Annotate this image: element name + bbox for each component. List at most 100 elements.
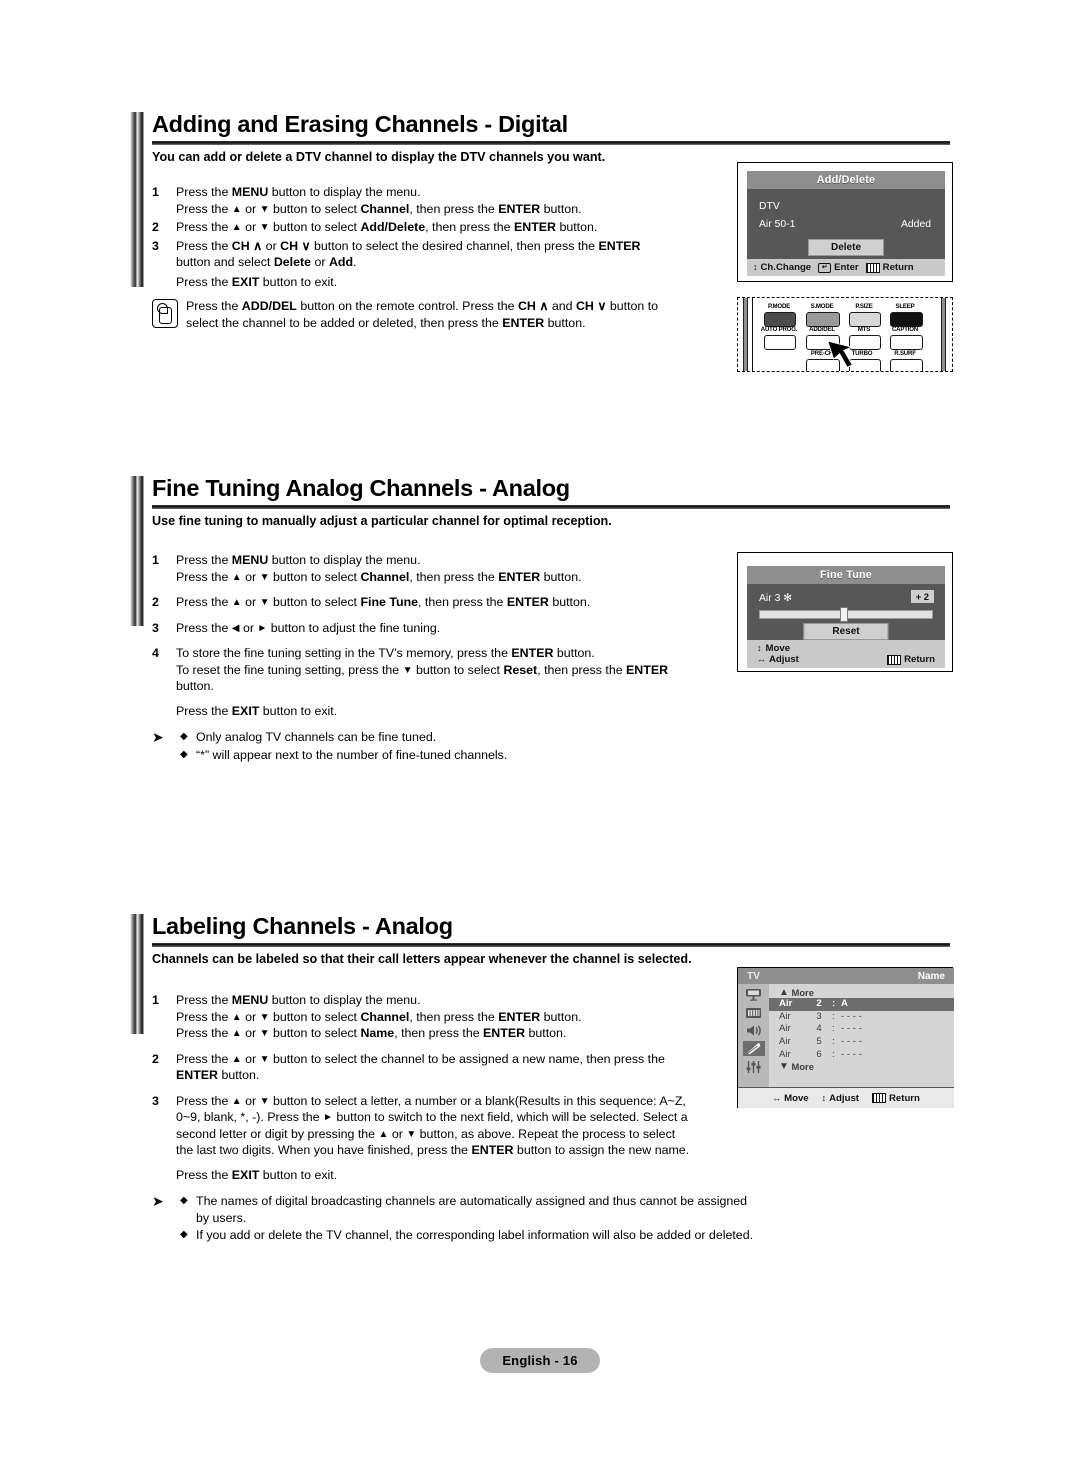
step-number: 3 [152,238,159,253]
remote-label-psize: P.SIZE [855,303,873,310]
setup-sliders-icon[interactable] [743,1059,765,1074]
osd-more-down[interactable]: ▼ More [769,1061,954,1072]
step-item: 2 Press the ▲ or ▼ button to select Add/… [152,219,762,236]
row-label-value: - - - - [841,1023,862,1035]
osd-add-delete-frame: Add/Delete DTV Air 50-1 Added Delete ↕ C… [737,162,953,282]
diamond-bullet-icon: ◆ [180,748,188,760]
heading-divider [152,942,950,947]
up-down-arrows-icon: ↕ [757,643,762,653]
osd-title: Name [917,970,945,982]
step-line: To reset the fine tuning setting, press … [176,662,669,677]
remote-label-mts: MTS [857,326,871,333]
table-row[interactable]: Air 2 : A [769,998,954,1011]
steps-list: 1 Press the MENU button to display the m… [152,184,762,331]
step-line: Press the ▲ or ▼ button to select Name, … [176,1026,567,1040]
up-arrow-icon: ▲ [779,987,789,998]
table-row[interactable]: Air 3 : - - - - [769,1011,954,1024]
remote-button-rsurf[interactable] [890,359,923,371]
up-down-arrows-icon: ↕ [821,1092,827,1103]
step-line: 0~9, blank, *, -). Press the ► button to… [176,1110,688,1124]
manual-page: Adding and Erasing Channels - Digital Yo… [0,0,1080,1469]
up-down-arrows-icon: ↕ [753,262,758,272]
exit-line-wrap: Press the EXIT button to exit. [152,274,762,291]
exit-line: Press the EXIT button to exit. [176,1167,338,1182]
step-body: Press the MENU button to display the men… [176,184,762,217]
row-band: Air [779,998,793,1009]
step-body: Press the ◀ or ► button to adjust the fi… [176,620,762,637]
step-item: 1 Press the MENU button to display the m… [152,184,762,217]
heading-divider [152,140,950,145]
menu-key-icon [871,1093,886,1103]
osd-footer-move: ↕ Move [757,643,791,654]
remote-button-smode[interactable] [806,312,840,327]
osd-more-up[interactable]: ▲ More [769,987,954,998]
remote-button-sleep[interactable] [890,312,923,327]
remote-button-psize[interactable] [849,312,881,327]
remote-label-smode: S.MODE [810,303,834,310]
osd-footer: ↕ Ch.Change ↵ Enter Return [747,259,945,276]
step-body: Press the ▲ or ▼ button to select Add/De… [176,219,762,236]
step-line: To store the fine tuning setting in the … [176,646,595,660]
osd-footer: ↕ Move ↔ Adjust Return [747,640,945,668]
section-side-rule [130,914,144,1034]
page-number-badge: English - 16 [480,1348,600,1373]
tip-item: ◆ “*” will appear next to the number of … [180,747,762,764]
osd-name-titlebar: TV Name [738,968,954,984]
remote-button-auto-prog[interactable] [764,335,796,350]
step-line: Press the ▲ or ▼ button to select Channe… [176,1009,582,1024]
input-icon[interactable] [743,987,765,1002]
step-line: second letter or digit by pressing the ▲… [176,1126,676,1141]
row-band: Air [779,1048,791,1060]
osd-delete-button[interactable]: Delete [807,239,885,256]
tip-text: Only analog TV channels can be fine tune… [196,730,437,744]
osd-channel-state: Added [900,219,931,230]
table-row[interactable]: Air 6 : - - - - [769,1049,954,1062]
remote-button-caption[interactable] [890,335,923,350]
step-item: 3 Press the ▲ or ▼ button to select a le… [152,1093,762,1159]
row-label-value: - - - - [841,1035,862,1047]
tip-item: ◆ Only analog TV channels can be fine tu… [180,729,762,746]
page-footer: English - 16 [0,1348,1080,1373]
osd-name: TV Name ▲ More Air 2: A Air 3: - - - -… [738,968,954,1109]
diamond-bullet-icon: ◆ [180,731,188,742]
osd-reset-button[interactable]: Reset [803,623,889,640]
tip-arrow-icon: ➤ [152,1193,164,1209]
remote-label-sleep: SLEEP [895,303,915,310]
picture-icon[interactable] [743,1005,765,1020]
tip-arrow-icon: ➤ [152,729,164,745]
osd-fine-tune-frame: Fine Tune Air 3 ✻ + 2 Reset ↕ Move ↔ Adj… [737,552,953,672]
tip-list: ◆ Only analog TV channels can be fine tu… [180,729,762,764]
osd-footer-adjust-return: ↔ Adjust Return [757,654,935,665]
step-number: 1 [152,185,159,199]
osd-source-label: DTV [759,201,780,212]
heading-divider [152,504,950,509]
table-row[interactable]: Air 4 : - - - - [769,1023,954,1036]
sound-icon[interactable] [743,1023,765,1038]
table-row[interactable]: Air 5 : - - - - [769,1036,954,1049]
osd-channel-label: Air 50-1 [759,219,796,230]
step-line: the last two digits. When you have finis… [176,1143,690,1157]
osd-channel-list: ▲ More Air 2 : A Air 3 : - - - - Air 4:… [769,984,954,1087]
osd-fine-tune-slider-knob[interactable] [840,607,849,622]
row-number: 2 [816,998,822,1009]
tips-block: ➤ ◆ Only analog TV channels can be fine … [152,729,762,764]
row-separator: : [832,1023,835,1035]
section-heading-wrap: Labeling Channels - Analog [152,914,950,947]
row-label-value: - - - - [841,1010,862,1022]
step-item: 3 Press the ◀ or ► button to adjust the … [152,620,762,637]
osd-footer-return: Return [871,1093,920,1104]
row-label-value: - - - - [841,1048,862,1060]
tip-text: “*” will appear next to the number of fi… [196,747,508,762]
hand-press-button-icon [152,299,178,328]
remote-button-pmode[interactable] [764,312,796,327]
step-number: 1 [152,553,159,567]
step-item: 3 Press the CH ∧ or CH ∨ button to selec… [152,238,762,271]
step-line: ENTER button. [176,1068,260,1082]
note-line: Press the ADD/DEL button on the remote c… [186,299,659,313]
step-number: 2 [152,220,159,234]
channel-satellite-icon[interactable] [742,1041,765,1056]
tips-block: ➤ ◆ The names of digital broadcasting ch… [152,1193,762,1245]
diamond-bullet-icon: ◆ [180,1195,188,1206]
step-line: Press the ▲ or ▼ button to select Add/De… [176,220,598,234]
step-body: Press the ▲ or ▼ button to select a lett… [176,1093,762,1159]
